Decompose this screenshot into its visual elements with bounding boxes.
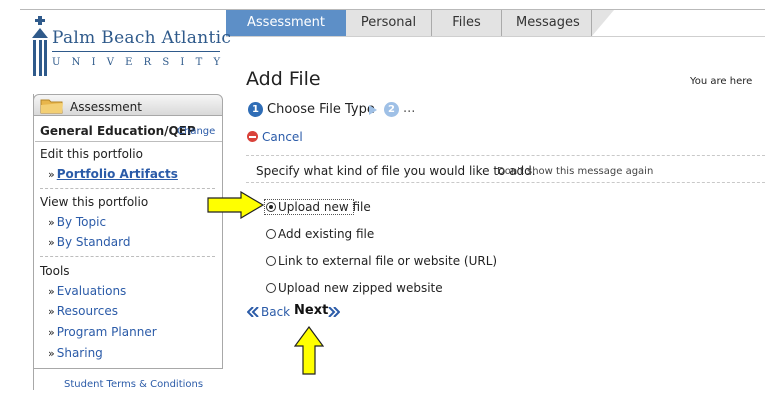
sidebar-item-resources[interactable]: » Resources [48,304,118,318]
upload-new-file-label[interactable]: Upload new file [278,200,371,214]
sidebar-dashed-divider [40,256,215,257]
logo-wordmark: Palm Beach Atlantic [52,28,232,48]
upload-new-file-radio[interactable] [266,202,276,212]
bullet-icon: » [48,216,55,229]
breadcrumb-hint: You are here [690,76,753,87]
link-external-radio[interactable] [266,256,276,266]
add-existing-file-radio[interactable] [266,229,276,239]
bullet-icon: » [48,305,55,318]
logo-subtitle: UNIVERSITY [52,57,232,68]
portfolio-name: General Education/QEP [40,124,196,138]
sidebar-dashed-divider [40,188,215,189]
pointer-arrow-up-icon [294,326,324,375]
instruction-text: Specify what kind of file you would like… [256,164,536,178]
sidebar-item-label[interactable]: By Topic [57,215,106,229]
sidebar-divider [35,141,223,142]
tab-messages[interactable]: Messages [502,10,592,36]
next-button[interactable]: Next [294,303,328,318]
page-title: Add File [246,68,321,90]
add-existing-file-label[interactable]: Add existing file [278,227,374,241]
sidebar-item-label[interactable]: Sharing [57,346,103,360]
tab-assessment[interactable]: Assessment [226,10,346,36]
bullet-icon: » [48,326,55,339]
sidebar-header-label: Assessment [70,100,142,114]
bullet-icon: » [48,236,55,249]
upload-zipped-website-label[interactable]: Upload new zipped website [278,281,443,295]
student-terms-link[interactable]: Student Terms & Conditions [64,379,203,390]
sidebar-item-by-topic[interactable]: » By Topic [48,215,106,229]
back-link[interactable]: Back [261,305,290,319]
link-external-label[interactable]: Link to external file or website (URL) [278,254,497,268]
tab-bar-rule [226,36,765,37]
sidebar-right-border [222,116,223,368]
sidebar-item-portfolio-artifacts[interactable]: » Portfolio Artifacts [48,167,178,181]
dont-show-again-link[interactable]: Don't show this message again [497,166,653,177]
instruction-bottom-divider [246,182,765,183]
tab-files[interactable]: Files [432,10,502,36]
sidebar-item-label[interactable]: By Standard [57,235,131,249]
bullet-icon: » [48,347,55,360]
sidebar-item-by-standard[interactable]: » By Standard [48,235,130,249]
sidebar-item-label[interactable]: Program Planner [57,325,157,339]
step-arrow-icon [369,105,377,115]
instruction-top-divider [246,155,765,156]
university-logo-icon [32,16,48,76]
pointer-arrow-right-icon [207,191,265,219]
sidebar-item-evaluations[interactable]: » Evaluations [48,284,126,298]
section-tools: Tools [40,264,70,278]
bullet-icon: » [48,285,55,298]
sidebar-left-border [33,94,34,390]
logo-divider [52,51,220,52]
section-view-portfolio: View this portfolio [40,195,149,209]
sidebar-item-program-planner[interactable]: » Program Planner [48,325,157,339]
upload-zipped-website-radio[interactable] [266,283,276,293]
sidebar-item-label[interactable]: Resources [57,304,118,318]
section-edit-portfolio: Edit this portfolio [40,147,143,161]
next-chevron-icon [328,307,340,317]
folder-icon [40,99,63,114]
change-portfolio-link[interactable]: Change [177,126,215,137]
step-2-icon: 2 [384,102,399,117]
tab-bar-tail [592,10,614,36]
step-1-label: Choose File Type [267,102,375,117]
step-1-icon: 1 [248,102,263,117]
sidebar-item-sharing[interactable]: » Sharing [48,346,103,360]
cancel-link[interactable]: Cancel [262,130,303,144]
sidebar-bottom-border [33,368,223,369]
bullet-icon: » [48,168,55,181]
sidebar-item-label[interactable]: Portfolio Artifacts [57,167,178,181]
back-chevron-icon [247,307,259,317]
tab-personal[interactable]: Personal [346,10,432,36]
main-tab-bar: Assessment Personal Files Messages [226,10,614,36]
sidebar-item-label[interactable]: Evaluations [57,284,127,298]
step-2-label: ... [403,101,416,116]
cancel-icon [247,131,258,142]
